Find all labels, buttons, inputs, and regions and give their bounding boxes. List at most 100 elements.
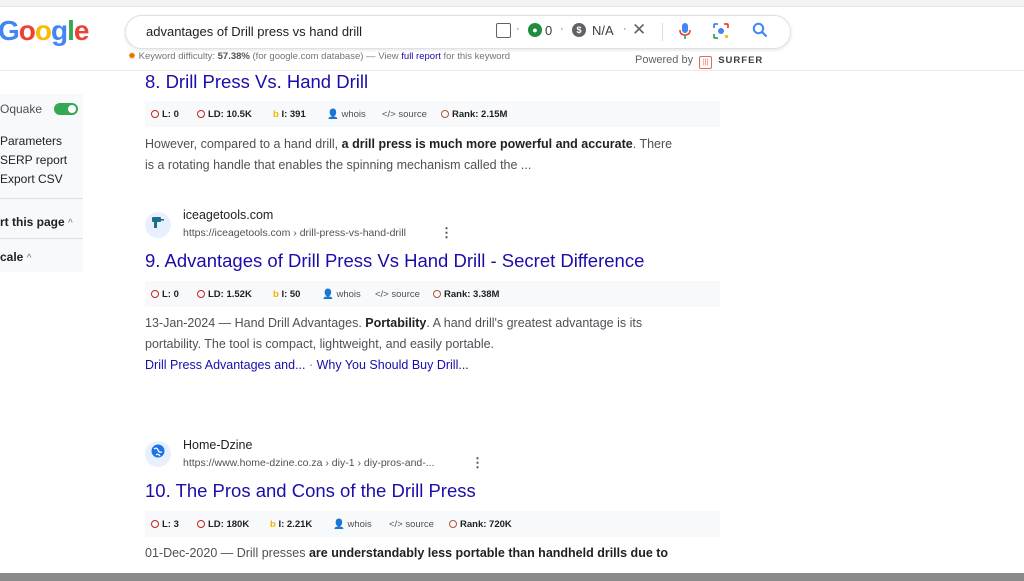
metric-value: I: 50 bbox=[281, 289, 301, 300]
price-value: N/A bbox=[592, 23, 614, 38]
snippet-text: 01-Dec-2020 — Drill presses bbox=[145, 546, 309, 560]
mic-icon[interactable] bbox=[678, 22, 692, 44]
metric-links[interactable]: L: 0 bbox=[151, 289, 179, 300]
snippet-bold: a drill press is much more powerful and … bbox=[341, 137, 633, 151]
separator-dot: · bbox=[623, 23, 627, 35]
circle-icon bbox=[197, 110, 205, 118]
separator-dot: · bbox=[560, 23, 564, 35]
site-name[interactable]: Home-Dzine bbox=[183, 438, 252, 452]
extension-sidebar: Oquake Parameters SERP report Export CSV… bbox=[0, 94, 83, 272]
user-icon: 👤 bbox=[327, 109, 339, 120]
search-box[interactable]: advantages of Drill press vs hand drill … bbox=[125, 15, 791, 49]
result-url[interactable]: https://iceagetools.com › drill-press-vs… bbox=[183, 227, 406, 239]
result-title-8[interactable]: 8. Drill Press Vs. Hand Drill bbox=[145, 71, 368, 93]
more-options-icon[interactable]: ⋮ bbox=[440, 225, 453, 241]
result-title-9[interactable]: 9. Advantages of Drill Press Vs Hand Dri… bbox=[145, 250, 644, 272]
logo-letter: o bbox=[18, 15, 36, 46]
search-icon[interactable] bbox=[752, 22, 768, 42]
metric-value: L: 0 bbox=[162, 289, 179, 300]
metric-value: Rank: 720K bbox=[460, 519, 512, 530]
sidebar-item-parameters[interactable]: Parameters bbox=[0, 134, 62, 148]
metric-rank[interactable]: Rank: 3.38M bbox=[433, 289, 499, 300]
sitelink[interactable]: Drill Press Advantages and... bbox=[145, 358, 306, 372]
more-options-icon[interactable]: ⋮ bbox=[471, 455, 484, 471]
source-label: source bbox=[398, 109, 427, 120]
bug-icon: ✹ bbox=[128, 51, 136, 62]
divider bbox=[662, 23, 663, 41]
sidebar-item-about-this-page[interactable]: rt this page ^ bbox=[0, 215, 73, 229]
source-link[interactable]: </> source bbox=[389, 519, 434, 530]
surfer-brand: SURFER bbox=[718, 55, 764, 66]
browser-top-strip bbox=[0, 0, 1024, 7]
kd-suffix: (for google.com database) — View bbox=[252, 51, 399, 62]
checkbox[interactable] bbox=[496, 23, 511, 38]
full-report-link[interactable]: full report bbox=[401, 51, 441, 62]
counter-value: 0 bbox=[545, 23, 553, 38]
bing-icon: b bbox=[273, 109, 279, 120]
sidebar-divider bbox=[0, 198, 83, 199]
metric-rank[interactable]: Rank: 720K bbox=[449, 519, 512, 530]
metric-link-domains[interactable]: LD: 1.52K bbox=[197, 289, 252, 300]
circle-icon bbox=[151, 520, 159, 528]
sidebar-item-scale[interactable]: cale ^ bbox=[0, 250, 31, 264]
powered-by-surfer[interactable]: Powered by ||| SURFER bbox=[635, 54, 763, 69]
google-logo[interactable]: Google bbox=[0, 15, 90, 47]
bing-icon: b bbox=[270, 519, 276, 530]
chevron-up-icon: ^ bbox=[26, 253, 32, 264]
metric-value: Rank: 3.38M bbox=[444, 289, 500, 300]
logo-letter: e bbox=[73, 15, 90, 46]
sidebar-item-export-csv[interactable]: Export CSV bbox=[0, 172, 63, 186]
snippet-text: However, compared to a hand drill, bbox=[145, 137, 342, 151]
sitelink-separator: · bbox=[305, 358, 317, 372]
snippet-text: . There bbox=[632, 137, 673, 151]
metric-value: L: 3 bbox=[162, 519, 179, 530]
close-icon[interactable]: ✕ bbox=[632, 20, 646, 40]
circle-icon bbox=[433, 290, 441, 298]
kd-value: 57.38% bbox=[217, 51, 250, 62]
metric-link-domains[interactable]: LD: 180K bbox=[197, 519, 249, 530]
code-icon: </> bbox=[375, 289, 389, 300]
site-favicon[interactable] bbox=[145, 212, 171, 238]
snippet-text: portability. The tool is compact, lightw… bbox=[145, 337, 495, 351]
snippet-text: . A hand drill's greatest advantage is i… bbox=[426, 316, 643, 330]
whois-label: whois bbox=[336, 289, 361, 300]
circle-icon bbox=[449, 520, 457, 528]
metric-index[interactable]: b I: 391 bbox=[273, 109, 306, 120]
metric-index[interactable]: b I: 50 bbox=[273, 289, 300, 300]
search-input[interactable]: advantages of Drill press vs hand drill bbox=[146, 24, 362, 39]
source-link[interactable]: </> source bbox=[382, 109, 427, 120]
logo-letter: G bbox=[0, 15, 20, 46]
circle-icon bbox=[441, 110, 449, 118]
result-url[interactable]: https://www.home-dzine.co.za › diy-1 › d… bbox=[183, 457, 435, 469]
snippet-bold: Portability bbox=[365, 316, 427, 330]
separator-dot: · bbox=[516, 23, 520, 35]
metric-links[interactable]: L: 3 bbox=[151, 519, 179, 530]
whois-link[interactable]: 👤 whois bbox=[333, 519, 372, 530]
sidebar-divider bbox=[0, 238, 83, 239]
site-name[interactable]: iceagetools.com bbox=[183, 208, 273, 222]
sitelinks: Drill Press Advantages and... · Why You … bbox=[145, 358, 469, 372]
metric-rank[interactable]: Rank: 2.15M bbox=[441, 109, 507, 120]
sidebar-item-serp-report[interactable]: SERP report bbox=[0, 153, 67, 167]
user-icon: 👤 bbox=[333, 519, 345, 530]
circle-icon bbox=[151, 290, 159, 298]
result-snippet: 13-Jan-2024 — Hand Drill Advantages. Por… bbox=[145, 313, 642, 355]
source-link[interactable]: </> source bbox=[375, 289, 420, 300]
whois-link[interactable]: 👤 whois bbox=[327, 109, 366, 120]
circle-icon bbox=[151, 110, 159, 118]
metric-value: I: 391 bbox=[281, 109, 306, 120]
metric-links[interactable]: L: 0 bbox=[151, 109, 179, 120]
metric-index[interactable]: b I: 2.21K bbox=[270, 519, 312, 530]
snippet-bold: are understandably less portable than ha… bbox=[308, 546, 669, 560]
snippet-text: is a rotating handle that enables the sp… bbox=[145, 158, 532, 172]
result-title-10[interactable]: 10. The Pros and Cons of the Drill Press bbox=[145, 480, 476, 502]
logo-letter: g bbox=[51, 15, 68, 46]
counter-icon: ● bbox=[528, 23, 542, 37]
metric-link-domains[interactable]: LD: 10.5K bbox=[197, 109, 252, 120]
camera-lens-icon[interactable] bbox=[712, 22, 730, 44]
whois-link[interactable]: 👤 whois bbox=[322, 289, 361, 300]
sitelink[interactable]: Why You Should Buy Drill... bbox=[317, 358, 469, 372]
site-favicon[interactable] bbox=[145, 441, 171, 467]
oquake-toggle[interactable] bbox=[54, 103, 78, 115]
window-bottom-bar bbox=[0, 573, 1024, 581]
